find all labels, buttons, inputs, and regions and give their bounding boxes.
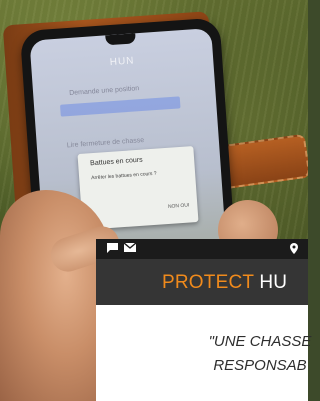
brand-bar: PROTECT HU (96, 259, 308, 305)
location-pin-icon (290, 243, 298, 258)
message-icon (107, 243, 118, 257)
phone-dialog-text: Arrêter les battues en cours ? (90, 170, 157, 182)
status-bar (96, 239, 308, 259)
mail-icon (123, 242, 137, 256)
slogan-quote: "UNE CHASSE RESPONSAB (172, 330, 320, 378)
phone-blue-button (59, 96, 181, 117)
phone-text-line-1: Demande une position (68, 85, 140, 98)
slogan-line-2: RESPONSAB (213, 357, 307, 374)
hand (0, 190, 110, 401)
phone-app-title: HUN (109, 55, 135, 69)
app-overlay: PROTECT HU "UNE CHASSE RESPONSAB (96, 239, 311, 401)
phone-text-line-2: Lire fermeture de chasse (66, 136, 145, 150)
phone-notch (105, 33, 136, 46)
brand-logo-text: PROTECT HU (162, 272, 287, 294)
phone-dialog-title: Battues en cours (89, 156, 143, 168)
brand-part-2: HU (259, 272, 288, 293)
brand-part-1: PROTECT (162, 272, 254, 293)
slogan-line-1: "UNE CHASSE (208, 333, 312, 350)
content-panel: "UNE CHASSE RESPONSAB (96, 305, 311, 401)
phone-dialog-buttons: NON OUI (167, 202, 190, 210)
